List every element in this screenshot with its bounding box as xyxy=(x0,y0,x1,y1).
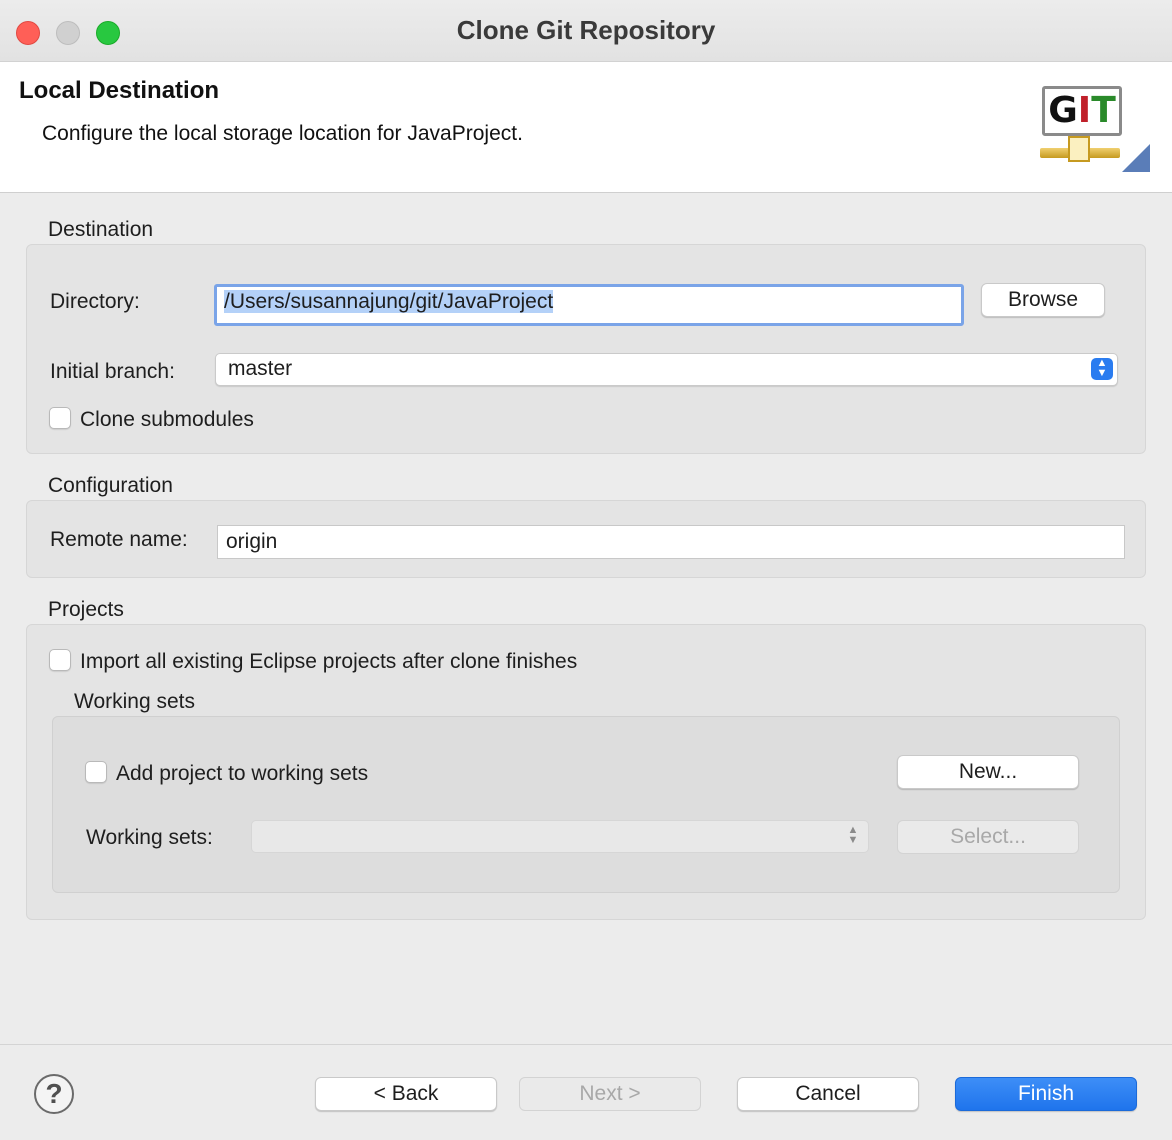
clone-submodules-checkbox[interactable] xyxy=(49,407,71,429)
projects-section-label: Projects xyxy=(48,598,124,621)
wizard-corner-icon xyxy=(1122,144,1150,172)
pipe-joint-icon xyxy=(1068,136,1090,162)
initial-branch-select[interactable]: master ▲ ▼ xyxy=(215,353,1118,386)
working-sets-section-label: Working sets xyxy=(74,690,195,713)
clone-submodules-label: Clone submodules xyxy=(80,408,254,431)
select-updown-icon: ▲ ▼ xyxy=(1091,358,1113,380)
working-sets-select[interactable]: ▲ ▼ xyxy=(251,820,869,853)
browse-button[interactable]: Browse xyxy=(981,283,1105,317)
remote-name-input[interactable]: origin xyxy=(217,525,1125,559)
initial-branch-value: master xyxy=(228,357,293,380)
title-bar: Clone Git Repository xyxy=(0,0,1172,62)
import-projects-checkbox[interactable] xyxy=(49,649,71,671)
git-logo-box: GIT xyxy=(1042,86,1122,136)
remote-name-label: Remote name: xyxy=(50,528,188,551)
finish-button[interactable]: Finish xyxy=(955,1077,1137,1111)
help-icon[interactable]: ? xyxy=(34,1074,74,1114)
page-description: Configure the local storage location for… xyxy=(42,122,523,145)
select-updown-icon: ▲ ▼ xyxy=(847,824,859,846)
directory-label: Directory: xyxy=(50,290,140,313)
directory-value: /Users/susannajung/git/JavaProject xyxy=(224,290,554,313)
import-projects-label: Import all existing Eclipse projects aft… xyxy=(80,650,578,673)
working-sets-label: Working sets: xyxy=(86,826,213,849)
next-button[interactable]: Next > xyxy=(519,1077,701,1111)
initial-branch-label: Initial branch: xyxy=(50,360,175,383)
add-to-working-sets-checkbox[interactable] xyxy=(85,761,107,783)
window-title: Clone Git Repository xyxy=(456,15,716,45)
wizard-header: Local Destination Configure the local st… xyxy=(0,62,1172,193)
footer-separator xyxy=(0,1044,1172,1045)
new-working-set-button[interactable]: New... xyxy=(897,755,1079,789)
directory-input[interactable]: /Users/susannajung/git/JavaProject xyxy=(214,284,964,326)
back-button[interactable]: < Back xyxy=(315,1077,497,1111)
working-sets-group xyxy=(52,716,1120,893)
destination-section-label: Destination xyxy=(48,218,154,241)
select-working-sets-button[interactable]: Select... xyxy=(897,820,1079,854)
add-to-working-sets-label: Add project to working sets xyxy=(116,762,369,785)
page-title: Local Destination xyxy=(19,77,220,104)
configuration-section-label: Configuration xyxy=(48,474,173,497)
cancel-button[interactable]: Cancel xyxy=(737,1077,919,1111)
git-wizard-icon: GIT xyxy=(1022,82,1162,192)
